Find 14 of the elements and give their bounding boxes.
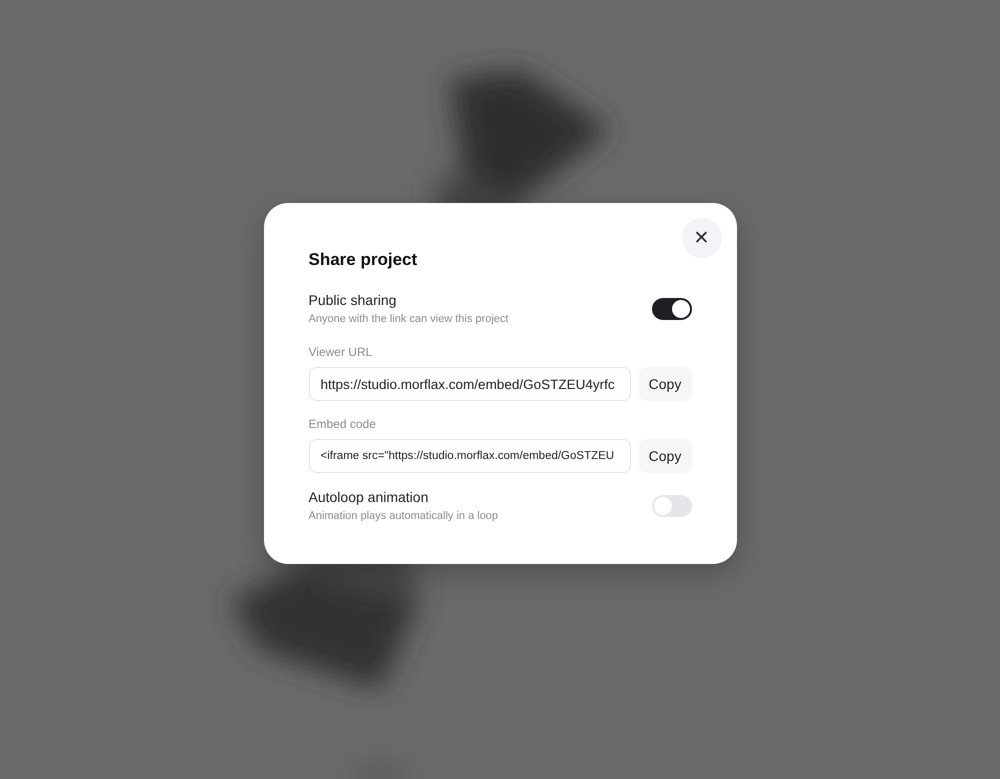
field-label: Viewer URL (308, 345, 374, 359)
copy-button[interactable]: Copy (638, 439, 692, 473)
dialog-title: Share project (308, 250, 418, 270)
field-label: Embed code (308, 417, 377, 431)
setting-description: Anyone with the link can view this project (308, 313, 508, 325)
setting-label: Public sharing (308, 292, 398, 308)
toggle-switch[interactable] (652, 298, 692, 320)
text-field[interactable]: <iframe src="https://studio.morflax.com/embed/GoSTZEU (308, 439, 630, 473)
close-button[interactable]: ✕ (682, 218, 722, 258)
setting-label: Autoloop animation (308, 489, 430, 505)
setting-description: Animation plays automatically in a loop (308, 510, 498, 522)
text-field[interactable]: https://studio.morflax.com/embed/GoSTZEU4yrfc (308, 367, 630, 401)
toggle-switch[interactable] (652, 494, 692, 516)
copy-button[interactable]: Copy (638, 367, 692, 401)
